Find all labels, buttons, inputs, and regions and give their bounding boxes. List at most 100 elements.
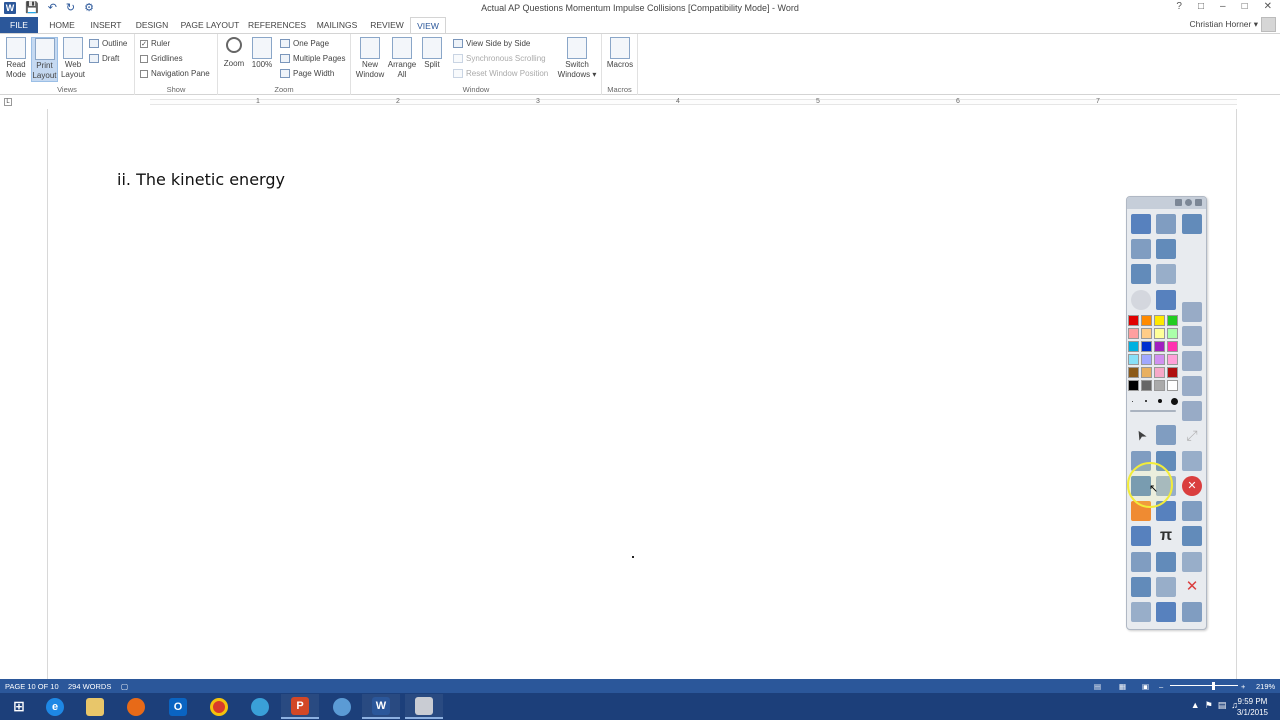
- page-tool-icon[interactable]: [1182, 376, 1202, 396]
- ruler-checkbox[interactable]: ✓ Ruler: [140, 39, 170, 48]
- tab-design[interactable]: DESIGN: [132, 17, 172, 33]
- pen-settings-icon[interactable]: [1182, 351, 1202, 371]
- zoom-100-button[interactable]: 100%: [250, 37, 274, 70]
- network-icon[interactable]: ▤: [1218, 700, 1227, 711]
- expand-icon[interactable]: ⤢: [1182, 425, 1202, 445]
- outline-button[interactable]: Outline: [89, 39, 127, 48]
- delete-icon[interactable]: ✕: [1182, 577, 1202, 597]
- scissors-icon[interactable]: [1156, 425, 1176, 445]
- taskbar-ink-app[interactable]: [405, 694, 443, 719]
- note-icon[interactable]: [1182, 526, 1202, 546]
- color-swatch[interactable]: [1154, 315, 1165, 326]
- zoom-level[interactable]: 219%: [1256, 682, 1275, 691]
- tray-arrow-icon[interactable]: ▲: [1191, 700, 1200, 711]
- color-swatch[interactable]: [1128, 328, 1139, 339]
- signature-icon[interactable]: [1131, 239, 1151, 259]
- color-swatch[interactable]: [1167, 380, 1178, 391]
- screen-capture-icon[interactable]: [1182, 326, 1202, 346]
- web-layout-button[interactable]: Web Layout: [60, 37, 86, 80]
- page-count[interactable]: PAGE 10 OF 10: [5, 682, 59, 691]
- tab-insert[interactable]: INSERT: [86, 17, 126, 33]
- color-swatch[interactable]: [1167, 341, 1178, 352]
- redo-icon[interactable]: [1156, 602, 1176, 622]
- taskbar-file-explorer[interactable]: [76, 694, 114, 719]
- pen-size-dot[interactable]: [1132, 400, 1133, 402]
- color-swatch[interactable]: [1167, 367, 1178, 378]
- word-count[interactable]: 294 WORDS: [68, 682, 111, 691]
- tools-icon[interactable]: [1156, 239, 1176, 259]
- slides-icon[interactable]: [1156, 214, 1176, 234]
- close-icon[interactable]: ✕: [1264, 1, 1272, 12]
- color-swatch[interactable]: [1141, 341, 1152, 352]
- taskbar-outlook[interactable]: O: [159, 694, 197, 719]
- print-layout-button[interactable]: Print Layout: [31, 37, 58, 82]
- one-page-button[interactable]: One Page: [280, 39, 329, 48]
- tab-view[interactable]: VIEW: [410, 17, 446, 34]
- back-arrow-icon[interactable]: [1131, 264, 1151, 284]
- taskbar-firefox[interactable]: [117, 694, 155, 719]
- clock[interactable]: 9:59 PM 3/1/2015: [1237, 696, 1268, 718]
- toolbar-menu-icon[interactable]: [1175, 199, 1182, 206]
- frame-icon[interactable]: [1182, 501, 1202, 521]
- page-width-button[interactable]: Page Width: [280, 69, 334, 78]
- color-swatch[interactable]: [1154, 367, 1165, 378]
- start-button[interactable]: ⊞: [0, 694, 38, 719]
- color-swatch[interactable]: [1154, 341, 1165, 352]
- color-swatch[interactable]: [1154, 380, 1165, 391]
- color-swatch[interactable]: [1141, 380, 1152, 391]
- color-swatch[interactable]: [1128, 354, 1139, 365]
- toolbar-pin-icon[interactable]: [1185, 199, 1192, 206]
- multiple-pages-button[interactable]: Multiple Pages: [280, 54, 345, 63]
- presenter-icon[interactable]: [1182, 214, 1202, 234]
- page-icon[interactable]: [1131, 214, 1151, 234]
- system-tray[interactable]: ▲ ⚑ ▤ ♫: [1191, 700, 1238, 711]
- color-swatch[interactable]: [1128, 380, 1139, 391]
- color-swatch[interactable]: [1128, 341, 1139, 352]
- taskbar-word[interactable]: W: [362, 694, 400, 719]
- document-text[interactable]: ii. The kinetic energy: [117, 170, 285, 189]
- zoom-out-icon[interactable]: –: [1159, 682, 1163, 691]
- color-swatch[interactable]: [1141, 354, 1152, 365]
- ruler-bar[interactable]: [150, 99, 1237, 105]
- media-icon[interactable]: [1131, 552, 1151, 572]
- gridlines-checkbox[interactable]: Gridlines: [140, 54, 183, 63]
- web-layout-view-icon[interactable]: ▣: [1142, 682, 1149, 691]
- pen-size-dot[interactable]: [1158, 399, 1162, 403]
- color-swatch[interactable]: [1154, 328, 1165, 339]
- play-icon[interactable]: [1131, 290, 1151, 310]
- tab-references[interactable]: REFERENCES: [248, 17, 306, 33]
- forward-arrow-icon[interactable]: [1156, 264, 1176, 284]
- read-mode-view-icon[interactable]: ▤: [1094, 682, 1101, 691]
- new-window-button[interactable]: New Window: [354, 37, 386, 80]
- tab-review[interactable]: REVIEW: [368, 17, 406, 33]
- view-side-by-side-button[interactable]: View Side by Side: [453, 39, 530, 48]
- film-icon[interactable]: [1156, 552, 1176, 572]
- taskbar-internet-explorer[interactable]: e: [36, 694, 74, 719]
- close-circle-icon[interactable]: ✕: [1182, 476, 1202, 496]
- color-swatch[interactable]: [1128, 315, 1139, 326]
- color-swatch[interactable]: [1167, 328, 1178, 339]
- refresh-icon[interactable]: [1156, 577, 1176, 597]
- zoom-slider-thumb[interactable]: [1212, 682, 1215, 690]
- pen-size-dot[interactable]: [1171, 397, 1178, 405]
- color-swatch[interactable]: [1167, 315, 1178, 326]
- color-swatch[interactable]: [1128, 367, 1139, 378]
- flag-icon[interactable]: ⚑: [1205, 700, 1213, 711]
- pen-toolbar-header[interactable]: [1127, 197, 1206, 209]
- proofing-icon[interactable]: ▢: [121, 682, 128, 691]
- flask-icon[interactable]: [1131, 577, 1151, 597]
- document-area[interactable]: ii. The kinetic energy: [0, 109, 1280, 679]
- reset-window-position-button[interactable]: Reset Window Position: [453, 69, 548, 78]
- pen-size-dot[interactable]: [1145, 400, 1147, 402]
- taskbar-powerpoint[interactable]: P: [281, 694, 319, 719]
- tab-mailings[interactable]: MAILINGS: [312, 17, 362, 33]
- pen-size-slider[interactable]: [1130, 410, 1176, 412]
- horizontal-ruler[interactable]: L 1 2 3 4 5 6 7: [0, 95, 1280, 109]
- taskbar-app-2[interactable]: [323, 694, 361, 719]
- taskbar-app[interactable]: [241, 694, 279, 719]
- image-icon[interactable]: [1182, 451, 1202, 471]
- synchronous-scrolling-button[interactable]: Synchronous Scrolling: [453, 54, 546, 63]
- macros-button[interactable]: Macros: [605, 37, 635, 70]
- draft-button[interactable]: Draft: [89, 54, 119, 63]
- printer-icon[interactable]: [1182, 302, 1202, 322]
